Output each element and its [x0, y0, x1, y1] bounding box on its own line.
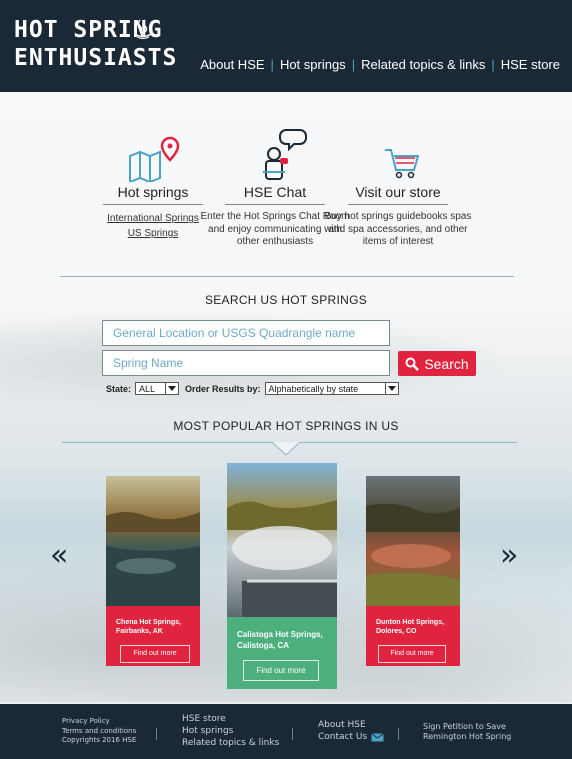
- section-divider: [60, 276, 514, 277]
- privacy-policy-link[interactable]: Privacy Policy: [62, 717, 136, 727]
- footer-divider: [292, 728, 293, 740]
- feature-description: Buy hot springs guidebooks spas and spa …: [324, 211, 472, 247]
- footer-related-link[interactable]: Related topics & links: [182, 737, 279, 749]
- nav-separator: |: [491, 57, 495, 72]
- find-out-more-button[interactable]: Find out more: [378, 645, 446, 663]
- nav-store[interactable]: HSE store: [501, 57, 560, 72]
- find-out-more-button[interactable]: Find out more: [243, 660, 319, 681]
- search-title: SEARCH US HOT SPRINGS: [204, 293, 368, 307]
- spring-card-calistoga[interactable]: Calistoga Hot Springs, Calistoga, CA Fin…: [227, 463, 337, 689]
- nav-hot-springs[interactable]: Hot springs: [280, 57, 346, 72]
- chena-photo: [106, 476, 200, 606]
- envelope-icon: [371, 732, 384, 741]
- search-button-label: Search: [424, 355, 469, 372]
- chevron-down-icon: [165, 383, 179, 394]
- copyright-text: Copyrights 2016 HSE: [62, 736, 137, 744]
- pointer-notch-icon: [272, 442, 300, 456]
- feature-underline: [348, 204, 448, 205]
- site-header: HOT SPRING ENTHUSIASTS About HSE | Hot s…: [0, 0, 572, 92]
- footer-contact: About HSE Contact Us: [318, 719, 384, 743]
- search-icon: [405, 357, 420, 371]
- order-select[interactable]: Alphabetically by state: [264, 382, 399, 395]
- search-button[interactable]: Search: [398, 351, 476, 376]
- card-title: Calistoga Hot Springs, Calistoga, CA: [237, 630, 323, 650]
- footer-store-link[interactable]: HSE store: [182, 713, 279, 725]
- card-title: Dunton Hot Springs, Dolores, CO: [376, 619, 445, 635]
- terms-link[interactable]: Terms and conditions: [62, 727, 136, 737]
- nav-related-topics[interactable]: Related topics & links: [361, 57, 485, 72]
- footer-divider: [398, 728, 399, 740]
- petition-link[interactable]: Sign Petition to Save Remington Hot Spri…: [423, 722, 511, 742]
- state-select-value: ALL: [139, 383, 156, 394]
- card-title: Chena Hot Springs, Fairbanks, AK: [116, 619, 181, 635]
- footer-links: HSE store Hot springs Related topics & l…: [182, 713, 279, 749]
- feature-title: Visit our store: [355, 184, 441, 200]
- feature-underline: [225, 204, 325, 205]
- cart-icon[interactable]: [323, 128, 473, 182]
- spring-steam-icon: [134, 19, 152, 40]
- chevron-down-icon: [384, 383, 398, 394]
- order-label: Order Results by:: [185, 383, 261, 394]
- nav-about[interactable]: About HSE: [200, 57, 264, 72]
- find-out-more-button[interactable]: Find out more: [120, 645, 190, 663]
- petition-line-2: Remington Hot Spring: [423, 732, 512, 741]
- location-search-input[interactable]: General Location or USGS Quadrangle name: [102, 320, 390, 346]
- feature-underline: [103, 204, 203, 205]
- state-label: State:: [106, 383, 132, 394]
- footer-legal: Privacy Policy Terms and conditions Copy…: [62, 717, 136, 746]
- footer-hot-springs-link[interactable]: Hot springs: [182, 725, 279, 737]
- carousel-prev-icon[interactable]: «: [50, 538, 68, 573]
- order-select-value: Alphabetically by state: [268, 383, 359, 394]
- footer-divider: [156, 728, 157, 740]
- spring-card-dunton[interactable]: Dunton Hot Springs, Dolores, CO Find out…: [366, 476, 460, 666]
- petition-line-1: Sign Petition to Save: [423, 722, 506, 731]
- calistoga-photo: [227, 463, 337, 617]
- search-filters: State: ALL Order Results by: Alphabetica…: [106, 382, 399, 395]
- nav-separator: |: [270, 57, 274, 72]
- logo-line-2: ENTHUSIASTS: [14, 45, 178, 71]
- state-select[interactable]: ALL: [135, 382, 180, 395]
- footer-about-link[interactable]: About HSE: [318, 719, 384, 731]
- spring-name-input[interactable]: Spring Name: [102, 350, 390, 376]
- contact-us-link[interactable]: Contact Us: [318, 731, 384, 743]
- feature-store: Visit our store Buy hot springs guideboo…: [323, 128, 473, 249]
- spring-card-chena[interactable]: Chena Hot Springs, Fairbanks, AK Find ou…: [106, 476, 200, 666]
- nav-separator: |: [351, 57, 356, 72]
- popular-title: MOST POPULAR HOT SPRINGS IN US: [173, 419, 399, 433]
- dunton-photo: [366, 476, 460, 606]
- carousel-next-icon[interactable]: »: [500, 538, 518, 573]
- contact-us-label: Contact Us: [318, 732, 368, 742]
- main-nav: About HSE | Hot springs | Related topics…: [200, 57, 560, 72]
